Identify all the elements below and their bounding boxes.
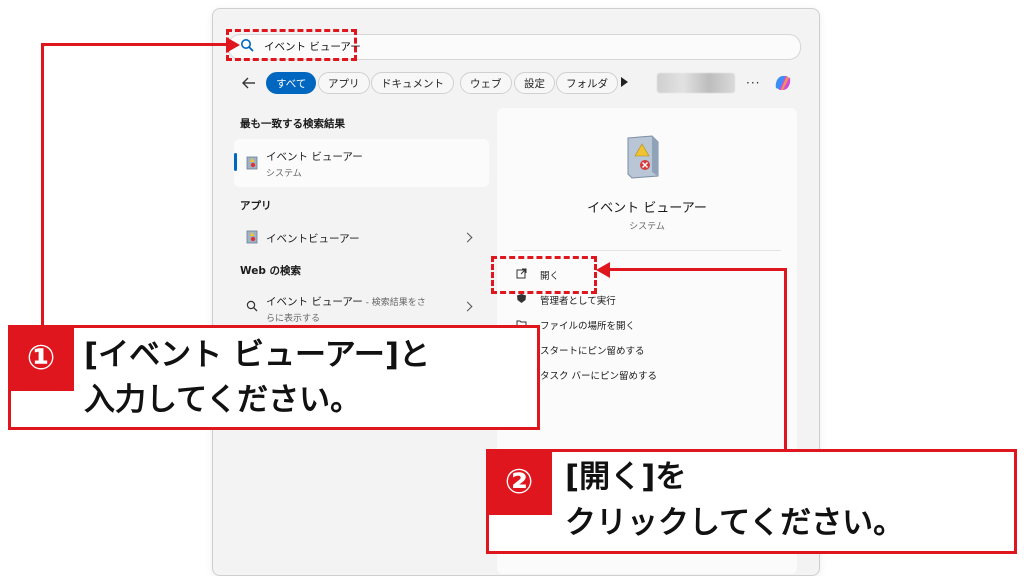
annotation-arrowhead [226,37,240,53]
event-viewer-app-icon [246,230,258,244]
annotation-line [606,268,786,271]
web-result-suffix: - 検索結果をさ [362,298,426,308]
divider [513,250,781,251]
web-result-line2: らに表示する [266,314,321,324]
action-run-as-admin[interactable]: 管理者として実行 [540,293,616,307]
action-pin-to-taskbar[interactable]: タスク バーにピン留めする [540,368,657,382]
event-viewer-large-icon [627,135,659,179]
best-match-subtitle: システム [266,169,302,179]
apps-heading: アプリ [240,200,272,212]
web-result-title[interactable]: イベント ビューアー - 検索結果をさ [266,294,426,309]
copilot-icon[interactable] [772,72,794,94]
web-search-icon [246,300,258,312]
tab-folders[interactable]: フォルダ [556,72,618,94]
step-badge-2: ② [486,449,552,515]
callout-2-line2: クリックしてください。 [565,505,905,541]
tab-documents[interactable]: ドキュメント [371,72,454,94]
callout-2-line1: [開く]を [565,459,687,495]
web-search-heading: Web の検索 [240,265,302,277]
web-result-query: イベント ビューアー [266,296,363,308]
tab-settings[interactable]: 設定 [514,72,555,94]
detail-subtitle: システム [629,222,665,232]
best-match-title: イベント ビューアー [266,151,363,163]
selection-indicator [234,153,237,171]
callout-1-line2: 入力してください。 [84,382,362,418]
account-area-blurred [657,73,735,93]
back-arrow-icon[interactable] [241,75,257,91]
annotation-line [41,43,227,46]
tab-web[interactable]: ウェブ [460,72,512,94]
callout-1-line1: [イベント ビューアー]と [84,337,431,373]
action-open-file-location[interactable]: ファイルの場所を開く [540,318,635,332]
search-highlight-frame [226,29,357,61]
best-match-heading: 最も一致する検索結果 [240,118,345,130]
app-result-title[interactable]: イベントビューアー [266,231,359,246]
event-viewer-icon [246,156,258,170]
detail-title: イベント ビューアー [587,201,707,216]
step-badge-1: ① [8,325,74,391]
tab-all[interactable]: すべて [266,72,317,94]
annotation-line [41,43,44,327]
more-tabs-icon[interactable] [621,77,628,87]
more-options-button[interactable]: ··· [746,76,760,90]
tab-apps[interactable]: アプリ [318,72,370,94]
action-pin-to-start[interactable]: スタートにピン留めする [540,343,645,357]
open-highlight-frame [491,256,597,294]
shield-icon [517,294,526,303]
annotation-arrowhead [596,262,610,278]
annotation-line [784,268,787,452]
